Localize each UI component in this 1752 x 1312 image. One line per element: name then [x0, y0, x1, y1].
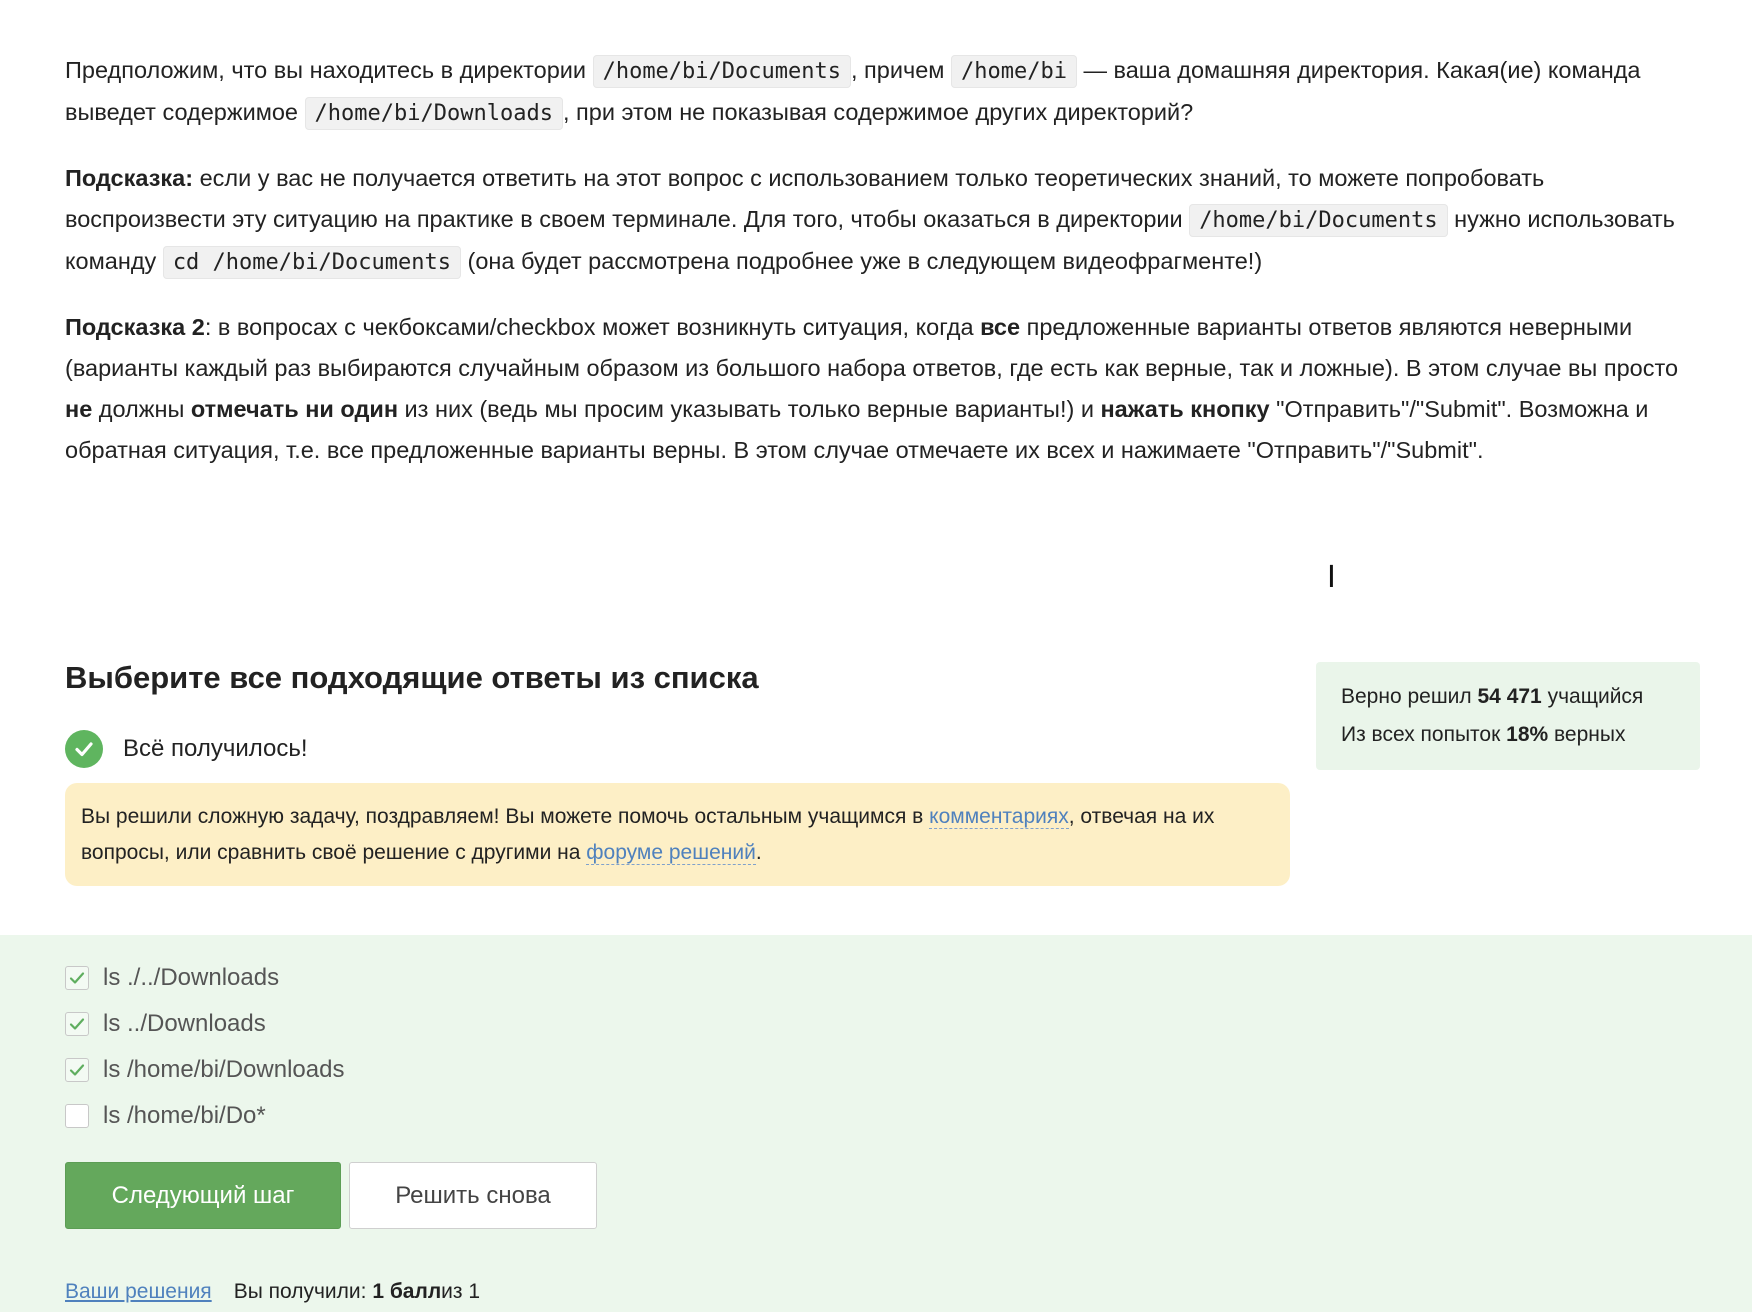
step-page: Предположим, что вы находитесь в директо… — [0, 0, 1752, 1312]
bold-text: отмечать ни один — [190, 396, 399, 422]
text: (она будет рассмотрена подробнее уже в с… — [460, 248, 1263, 274]
text: , причем — [851, 57, 951, 83]
success-check-icon — [65, 730, 103, 768]
bold-text: все — [980, 314, 1021, 340]
code-path: /home/bi/Documents — [1189, 204, 1448, 237]
answer-label: ls /home/bi/Do* — [103, 1102, 266, 1129]
score-value: 1 балл — [372, 1280, 442, 1303]
result-status: Всё получилось! — [65, 730, 308, 768]
answer-label: ls /home/bi/Downloads — [103, 1056, 345, 1083]
stats-solved-line: Верно решил 54 471 учащийся — [1341, 685, 1644, 708]
text: Предположим, что вы находитесь в директо… — [65, 57, 593, 83]
stats-attempts-line: Из всех попыток 18% верных — [1341, 723, 1626, 746]
text-cursor-icon: I — [1327, 560, 1336, 595]
hint-paragraph-1: Подсказка: если у вас не получается отве… — [65, 158, 1705, 283]
code-path: /home/bi — [950, 55, 1077, 88]
checkbox-checked[interactable] — [65, 1012, 89, 1036]
score-suffix: из 1 — [441, 1280, 481, 1303]
code-command: cd /home/bi/Documents — [162, 246, 461, 279]
answer-options: ls ./../Downloads ls ../Downloads ls /ho… — [65, 955, 344, 1139]
answer-label: ls ./../Downloads — [103, 964, 280, 991]
feedback-text: Вы решили сложную задачу, поздравляем! В… — [81, 805, 930, 828]
bold-text: нажать кнопку — [1100, 396, 1270, 422]
text: : в вопросах с чекбоксами/checkbox может… — [204, 314, 981, 340]
checkbox-checked[interactable] — [65, 966, 89, 990]
checkbox-unchecked[interactable] — [65, 1104, 89, 1128]
checkmark-icon — [69, 1064, 85, 1076]
action-buttons: Следующий шаг Решить снова — [65, 1162, 597, 1229]
score-prefix: Вы получили: — [233, 1280, 367, 1303]
status-text: Всё получилось! — [123, 735, 308, 762]
answer-option[interactable]: ls ./../Downloads — [65, 955, 344, 1001]
hint-paragraph-2: Подсказка 2: в вопросах с чекбоксами/che… — [65, 307, 1705, 471]
answers-area: ls ./../Downloads ls ../Downloads ls /ho… — [0, 935, 1752, 1312]
answer-label: ls ../Downloads — [103, 1010, 266, 1037]
retry-button[interactable]: Решить снова — [349, 1162, 597, 1229]
text: из них (ведь мы просим указывать только … — [398, 396, 1101, 422]
code-path: /home/bi/Downloads — [304, 97, 563, 130]
answer-option[interactable]: ls /home/bi/Downloads — [65, 1047, 344, 1093]
hint-label: Подсказка: — [65, 165, 194, 191]
solutions-forum-link[interactable]: форуме решений — [586, 841, 756, 865]
checkmark-icon — [69, 972, 85, 984]
question-paragraph-1: Предположим, что вы находитесь в директо… — [65, 50, 1705, 134]
text: должны — [92, 396, 191, 422]
feedback-box: Вы решили сложную задачу, поздравляем! В… — [65, 783, 1290, 886]
text: , при этом не показывая содержимое други… — [562, 99, 1194, 125]
bold-text: не — [65, 396, 93, 422]
hint-label: Подсказка 2 — [65, 314, 205, 340]
feedback-text: . — [755, 841, 762, 864]
comments-link[interactable]: комментариях — [929, 805, 1069, 829]
checkbox-checked[interactable] — [65, 1058, 89, 1082]
question-text: Предположим, что вы находитесь в директо… — [65, 50, 1705, 495]
next-step-button[interactable]: Следующий шаг — [65, 1162, 341, 1229]
score-line: Ваши решения Вы получили: 1 балл из 1 — [65, 1280, 480, 1304]
quiz-title: Выберите все подходящие ответы из списка — [65, 660, 759, 695]
stats-box: Верно решил 54 471 учащийся Из всех попы… — [1316, 662, 1700, 770]
code-path: /home/bi/Documents — [592, 55, 851, 88]
answer-option[interactable]: ls ../Downloads — [65, 1001, 344, 1047]
your-solutions-link[interactable]: Ваши решения — [65, 1280, 212, 1304]
answer-option[interactable]: ls /home/bi/Do* — [65, 1093, 344, 1139]
checkmark-icon — [69, 1018, 85, 1030]
